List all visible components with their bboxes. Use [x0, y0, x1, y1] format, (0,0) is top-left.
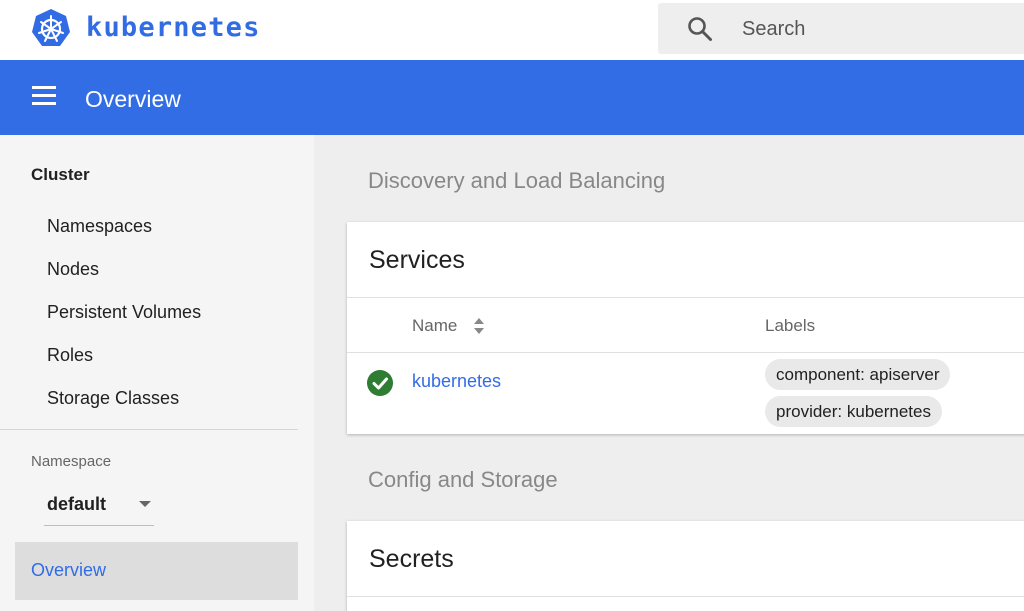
column-header-name[interactable]: Name [412, 316, 457, 336]
sort-icon[interactable] [473, 317, 485, 335]
sidebar-item-namespaces[interactable]: Namespaces [47, 216, 152, 237]
sidebar-item-overview[interactable]: Overview [15, 542, 298, 600]
page-title: Overview [85, 86, 181, 112]
sidebar-item-roles[interactable]: Roles [47, 345, 93, 366]
kubernetes-logo-icon[interactable] [31, 8, 71, 50]
top-bar: kubernetes [0, 0, 1024, 60]
main-content: Discovery and Load Balancing Services Na… [314, 135, 1024, 611]
card-title-services: Services [369, 246, 465, 274]
service-link-kubernetes[interactable]: kubernetes [412, 371, 501, 392]
brand-name[interactable]: kubernetes [86, 12, 261, 43]
menu-icon[interactable] [32, 86, 56, 106]
title-bar: Overview [0, 60, 1024, 135]
search-bar[interactable] [658, 3, 1024, 54]
card-title-secrets: Secrets [369, 545, 454, 573]
sidebar-item-nodes[interactable]: Nodes [47, 259, 99, 280]
namespace-label: Namespace [31, 453, 112, 470]
services-card: Services Name Labels kubernetes componen… [347, 222, 1024, 434]
label-chip: provider: kubernetes [765, 396, 942, 427]
column-header-name-label[interactable]: Name [412, 316, 457, 335]
sidebar-item-overview-label[interactable]: Overview [31, 560, 106, 581]
label-chip: component: apiserver [765, 359, 951, 390]
sidebar-item-persistent-volumes[interactable]: Persistent Volumes [47, 302, 201, 323]
namespace-value[interactable]: default [47, 494, 106, 515]
namespace-select[interactable]: default [44, 485, 154, 526]
column-header-labels: Labels [765, 316, 816, 335]
sidebar-item-storage-classes[interactable]: Storage Classes [47, 388, 179, 409]
search-input[interactable] [740, 13, 1014, 45]
sidebar: Cluster Namespaces Nodes Persistent Volu… [0, 135, 314, 611]
table-header-divider [347, 352, 1024, 353]
card-divider [347, 297, 1024, 298]
secrets-card: Secrets [347, 521, 1024, 611]
card-divider [347, 596, 1024, 597]
sidebar-heading-cluster[interactable]: Cluster [31, 165, 90, 185]
section-title-config-storage: Config and Storage [368, 467, 558, 492]
sidebar-divider [0, 429, 298, 430]
section-title-discovery: Discovery and Load Balancing [368, 168, 666, 193]
chevron-down-icon[interactable] [139, 501, 151, 507]
check-circle-icon [367, 370, 393, 396]
search-icon[interactable] [687, 16, 713, 42]
